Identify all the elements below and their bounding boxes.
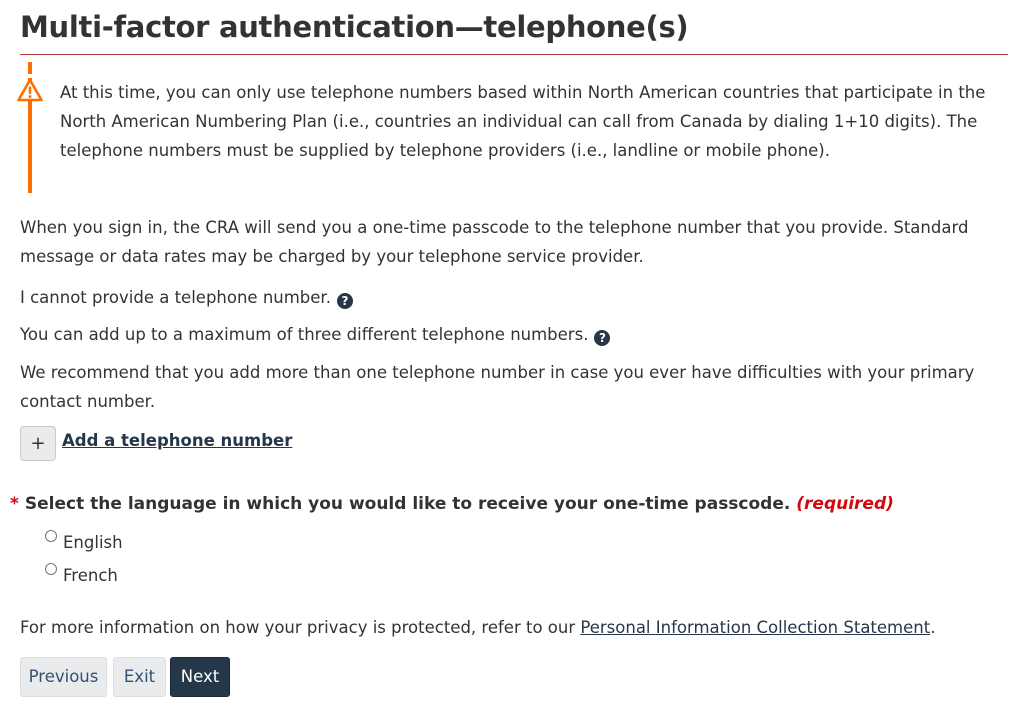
intro-text: When you sign in, the CRA will send you … bbox=[20, 218, 969, 266]
english-label: English bbox=[63, 533, 123, 552]
previous-button[interactable]: Previous bbox=[20, 657, 107, 697]
cannot-provide-label: I cannot provide a telephone number. bbox=[20, 288, 331, 307]
language-question-label: Select the language in which you would l… bbox=[24, 494, 791, 514]
cannot-provide-text: I cannot provide a telephone number.? bbox=[20, 283, 353, 312]
french-radio[interactable] bbox=[45, 563, 57, 575]
recommend-text: We recommend that you add more than one … bbox=[20, 363, 975, 411]
french-label: French bbox=[63, 566, 118, 585]
max-numbers-label: You can add up to a maximum of three dif… bbox=[20, 325, 589, 344]
question-circle-icon[interactable]: ? bbox=[336, 293, 353, 309]
language-option-french[interactable]: French bbox=[45, 563, 118, 585]
warning-text: At this time, you can only use telephone… bbox=[60, 83, 986, 160]
privacy-text: For more information on how your privacy… bbox=[20, 613, 935, 642]
warning-triangle-icon bbox=[17, 78, 43, 102]
language-option-english[interactable]: English bbox=[45, 530, 123, 552]
max-numbers-text: You can add up to a maximum of three dif… bbox=[20, 320, 611, 349]
privacy-suffix: . bbox=[930, 618, 936, 637]
exit-button[interactable]: Exit bbox=[113, 657, 166, 697]
title-divider bbox=[20, 54, 1008, 55]
privacy-prefix: For more information on how your privacy… bbox=[20, 618, 581, 637]
required-marker: * bbox=[10, 494, 19, 514]
privacy-statement-link[interactable]: Personal Information Collection Statemen… bbox=[580, 618, 930, 637]
question-circle-icon[interactable]: ? bbox=[594, 330, 611, 346]
next-button[interactable]: Next bbox=[170, 657, 230, 697]
add-telephone-button[interactable]: + bbox=[20, 426, 56, 461]
english-radio[interactable] bbox=[45, 530, 57, 542]
language-question: * Select the language in which you would … bbox=[10, 494, 894, 514]
add-telephone-link[interactable]: Add a telephone number bbox=[62, 431, 292, 450]
page-title: Multi-factor authentication—telephone(s) bbox=[20, 10, 689, 44]
required-label: (required) bbox=[796, 494, 894, 514]
